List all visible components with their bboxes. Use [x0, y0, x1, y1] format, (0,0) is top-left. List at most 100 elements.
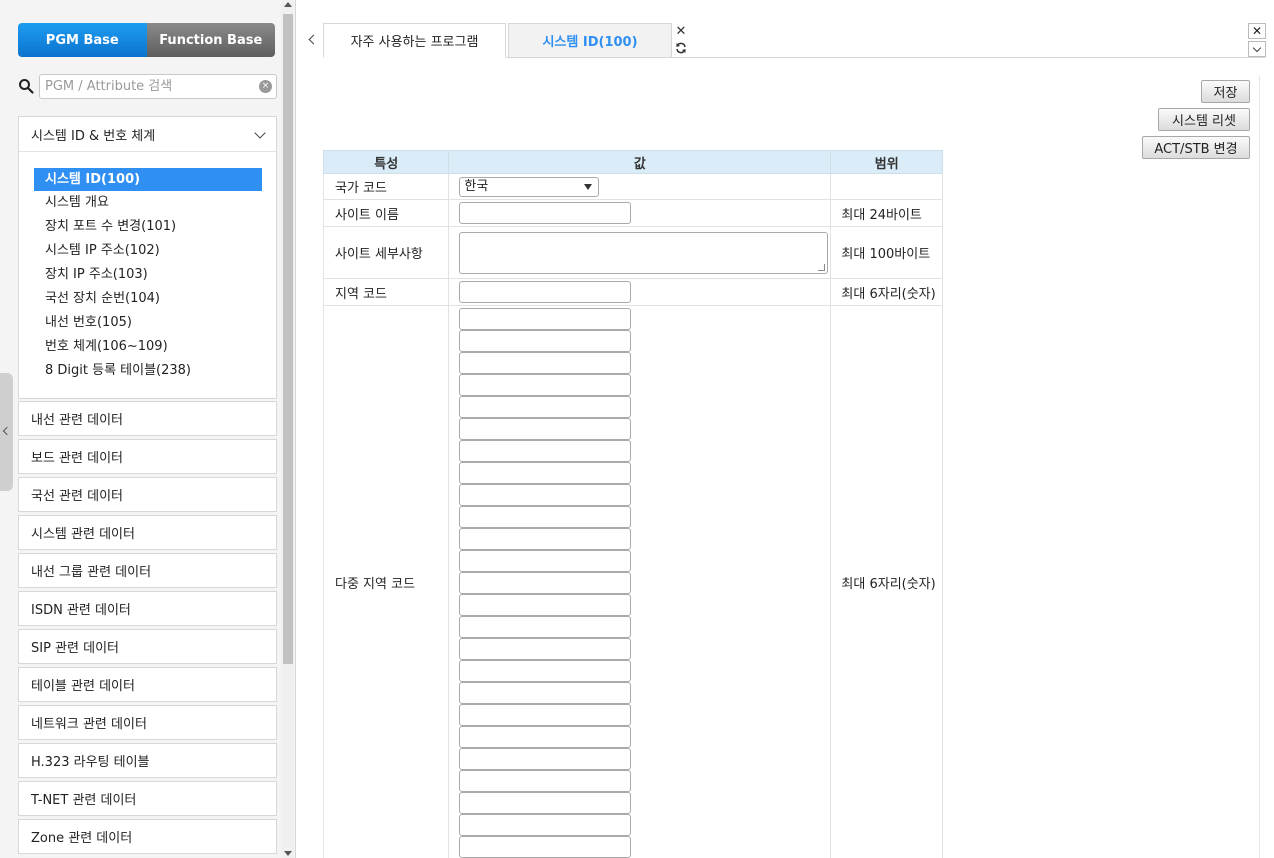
- attr-multi-area-code: 다중 지역 코드: [322, 305, 450, 858]
- multi-area-code-input[interactable]: [459, 660, 632, 682]
- search-input[interactable]: [39, 74, 277, 99]
- multi-area-code-input[interactable]: [459, 506, 632, 528]
- multi-area-code-input[interactable]: [459, 748, 632, 770]
- multi-area-code-input[interactable]: [459, 572, 632, 594]
- nav-group[interactable]: H.323 라우팅 테이블: [18, 743, 277, 778]
- nav-group[interactable]: 보드 관련 데이터: [18, 439, 277, 474]
- nav-group[interactable]: ISDN 관련 데이터: [18, 591, 277, 626]
- search-icon: [19, 79, 34, 94]
- sidebar-item[interactable]: 내선 번호(105): [34, 311, 262, 335]
- refresh-icon[interactable]: [675, 42, 687, 54]
- site-name-input[interactable]: [459, 202, 632, 224]
- act-stb-change-button[interactable]: ACT/STB 변경: [1142, 136, 1250, 159]
- pgm-base-tab[interactable]: PGM Base: [18, 23, 147, 57]
- multi-area-code-input[interactable]: [459, 352, 632, 374]
- sidebar-item[interactable]: 장치 IP 주소(103): [34, 263, 262, 287]
- nav-group[interactable]: SIP 관련 데이터: [18, 629, 277, 664]
- multi-area-code-input[interactable]: [459, 814, 632, 836]
- nav-group[interactable]: 시스템 관련 데이터: [18, 515, 277, 550]
- mode-toggle: PGM Base Function Base: [18, 23, 275, 57]
- table-row: 지역 코드 최대 6자리(숫자): [322, 278, 943, 306]
- multi-area-code-input[interactable]: [459, 682, 632, 704]
- multi-area-code-input[interactable]: [459, 594, 632, 616]
- nav-group[interactable]: 내선 그룹 관련 데이터: [18, 553, 277, 588]
- chevron-down-icon: [254, 127, 266, 139]
- sidebar: PGM Base Function Base × 시스템 ID & 번호 체계 …: [0, 0, 296, 858]
- nav-group-label: 시스템 ID & 번호 체계: [31, 128, 156, 144]
- multi-area-code-input[interactable]: [459, 418, 632, 440]
- chevron-left-icon[interactable]: [308, 34, 319, 45]
- chevron-down-icon: [1252, 43, 1262, 53]
- sidebar-scroll-thumb[interactable]: [283, 14, 293, 664]
- sidebar-item[interactable]: 장치 포트 수 변경(101): [34, 215, 262, 239]
- function-base-tab[interactable]: Function Base: [146, 23, 275, 57]
- app-window: PGM Base Function Base × 시스템 ID & 번호 체계 …: [0, 0, 1274, 858]
- nav-group[interactable]: T-NET 관련 데이터: [18, 781, 277, 816]
- sidebar-item[interactable]: 시스템 개요: [34, 191, 262, 215]
- sidebar-item[interactable]: 시스템 IP 주소(102): [34, 239, 262, 263]
- search-row: ×: [18, 74, 277, 99]
- header-value: 값: [448, 150, 832, 174]
- multi-area-code-input[interactable]: [459, 550, 632, 572]
- multi-area-code-input[interactable]: [459, 792, 632, 814]
- resize-grip-icon[interactable]: [818, 263, 826, 271]
- nav-sub-list: 시스템 ID(100) 시스템 개요 장치 포트 수 변경(101) 시스템 IP 주…: [34, 168, 262, 383]
- window-close-button[interactable]: ✕: [1248, 23, 1266, 39]
- attr-country-code: 국가 코드: [322, 173, 450, 200]
- clear-icon[interactable]: ×: [259, 80, 272, 93]
- tab-system-id[interactable]: 시스템 ID(100): [508, 23, 672, 58]
- window-menu-button[interactable]: [1248, 41, 1266, 57]
- multi-area-code-input[interactable]: [459, 396, 632, 418]
- multi-area-code-input[interactable]: [459, 616, 632, 638]
- country-code-select[interactable]: 한국: [459, 176, 600, 197]
- range-multi-area-code: 최대 6자리(숫자): [830, 305, 943, 858]
- table-row: 사이트 세부사항 최대 100바이트: [322, 226, 943, 279]
- sidebar-item[interactable]: 번호 체계(106~109): [34, 335, 262, 359]
- sidebar-item[interactable]: 8 Digit 등록 테이블(238): [34, 359, 262, 383]
- table-row: 다중 지역 코드 최대 6자리(숫자): [322, 305, 943, 858]
- nav-group-system-id: 시스템 ID & 번호 체계 시스템 ID(100) 시스템 개요 장치 포트 수 …: [18, 116, 277, 399]
- table-header-row: 특성 값 범위: [322, 150, 943, 174]
- content-scrollbar[interactable]: [1259, 76, 1260, 858]
- multi-area-code-input[interactable]: [459, 836, 632, 858]
- multi-area-code-input[interactable]: [459, 462, 632, 484]
- system-reset-button[interactable]: 시스템 리셋: [1158, 108, 1250, 131]
- attr-site-detail: 사이트 세부사항: [322, 226, 450, 279]
- attr-area-code: 지역 코드: [322, 278, 450, 306]
- area-code-input[interactable]: [459, 281, 632, 303]
- multi-area-code-input[interactable]: [459, 484, 632, 506]
- nav-group-header[interactable]: 시스템 ID & 번호 체계: [19, 117, 276, 152]
- multi-area-code-input[interactable]: [459, 440, 632, 462]
- country-code-value: 한국: [464, 178, 489, 194]
- range-site-detail: 최대 100바이트: [830, 226, 943, 279]
- multi-area-code-input[interactable]: [459, 374, 632, 396]
- nav-group[interactable]: 네트워크 관련 데이터: [18, 705, 277, 740]
- sidebar-item[interactable]: 시스템 ID(100): [34, 168, 262, 191]
- header-range: 범위: [830, 150, 943, 174]
- chevron-left-icon: [2, 426, 12, 436]
- multi-area-code-input[interactable]: [459, 770, 632, 792]
- save-button[interactable]: 저장: [1201, 80, 1250, 103]
- multi-area-code-input[interactable]: [459, 330, 632, 352]
- scroll-up-icon[interactable]: [284, 2, 292, 7]
- tab-favorites[interactable]: 자주 사용하는 프로그램: [323, 23, 506, 58]
- nav-group[interactable]: 국선 관련 데이터: [18, 477, 277, 512]
- range-site-name: 최대 24바이트: [830, 199, 943, 227]
- scroll-down-icon[interactable]: [284, 851, 292, 856]
- table-row: 사이트 이름 최대 24바이트: [322, 199, 943, 227]
- site-detail-textarea[interactable]: [459, 231, 829, 274]
- multi-area-code-input[interactable]: [459, 528, 632, 550]
- multi-area-code-input[interactable]: [459, 704, 632, 726]
- sidebar-collapse-handle[interactable]: [0, 373, 13, 491]
- attr-site-name: 사이트 이름: [322, 199, 450, 227]
- close-icon[interactable]: ✕: [675, 25, 687, 38]
- multi-area-code-input[interactable]: [459, 308, 632, 330]
- nav-group[interactable]: Zone 관련 데이터: [18, 819, 277, 854]
- nav-group[interactable]: 테이블 관련 데이터: [18, 667, 277, 702]
- sidebar-item[interactable]: 국선 장치 순번(104): [34, 287, 262, 311]
- main-panel: 자주 사용하는 프로그램 시스템 ID(100) ✕ ✕ 저장 시스템 리셋 A…: [297, 0, 1274, 858]
- property-table: 특성 값 범위 국가 코드 한국 사이트 이름 최대 24바이트 사이트 세부사…: [322, 150, 943, 858]
- multi-area-code-input[interactable]: [459, 726, 632, 748]
- nav-group[interactable]: 내선 관련 데이터: [18, 401, 277, 436]
- multi-area-code-input[interactable]: [459, 638, 632, 660]
